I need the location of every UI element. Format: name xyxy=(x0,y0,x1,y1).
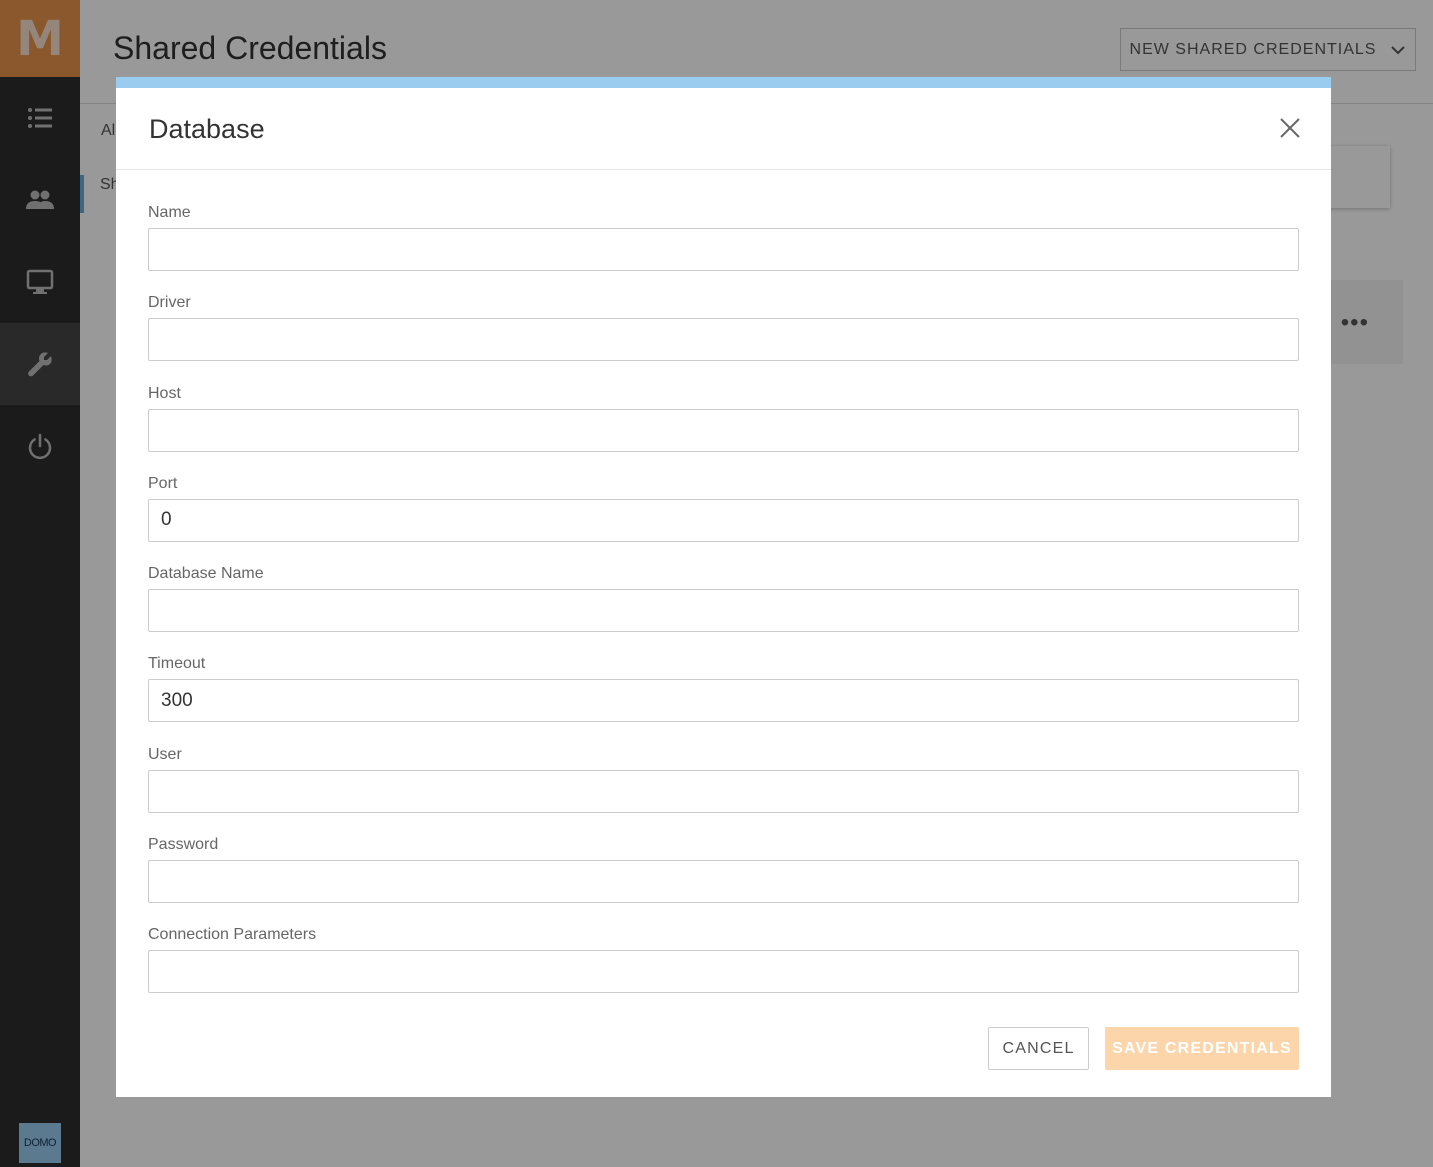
connection-parameters-label: Connection Parameters xyxy=(148,926,317,944)
port-label: Port xyxy=(148,474,178,492)
name-label: Name xyxy=(148,204,191,221)
field-port: Port xyxy=(148,473,1299,563)
user-input[interactable] xyxy=(148,769,1299,813)
save-credentials-button[interactable]: SAVE CREDENTIALS xyxy=(1105,1027,1299,1070)
field-database-name: Database Name xyxy=(148,563,1299,653)
field-connection-parameters: Connection Parameters xyxy=(148,924,1299,1014)
field-name: Name xyxy=(148,202,1299,292)
connection-parameters-input[interactable] xyxy=(148,950,1299,994)
host-input[interactable] xyxy=(148,408,1299,452)
name-input[interactable] xyxy=(148,228,1299,271)
timeout-input[interactable] xyxy=(148,679,1299,723)
field-password: Password xyxy=(148,834,1299,924)
database-name-label: Database Name xyxy=(148,565,264,583)
field-host: Host xyxy=(148,383,1299,473)
modal-body: Name Driver Host Port Database Name Time… xyxy=(116,170,1331,1015)
password-label: Password xyxy=(148,836,219,854)
database-name-input[interactable] xyxy=(148,589,1299,633)
driver-label: Driver xyxy=(148,294,191,312)
host-label: Host xyxy=(148,384,181,402)
cancel-button[interactable]: CANCEL xyxy=(988,1027,1089,1070)
port-input[interactable] xyxy=(148,498,1299,542)
close-icon xyxy=(1280,118,1300,138)
modal-title: Database xyxy=(149,114,265,144)
driver-input[interactable] xyxy=(148,318,1299,362)
database-credentials-modal: Database Name Driver Host Port Database … xyxy=(116,77,1331,1097)
timeout-label: Timeout xyxy=(148,655,206,673)
close-button[interactable] xyxy=(1275,113,1305,143)
field-timeout: Timeout xyxy=(148,653,1299,743)
password-input[interactable] xyxy=(148,860,1299,904)
field-user: User xyxy=(148,744,1299,834)
modal-header: Database xyxy=(116,88,1331,170)
field-driver: Driver xyxy=(148,292,1299,382)
user-label: User xyxy=(148,745,182,763)
modal-footer: CANCEL SAVE CREDENTIALS xyxy=(988,1027,1299,1070)
